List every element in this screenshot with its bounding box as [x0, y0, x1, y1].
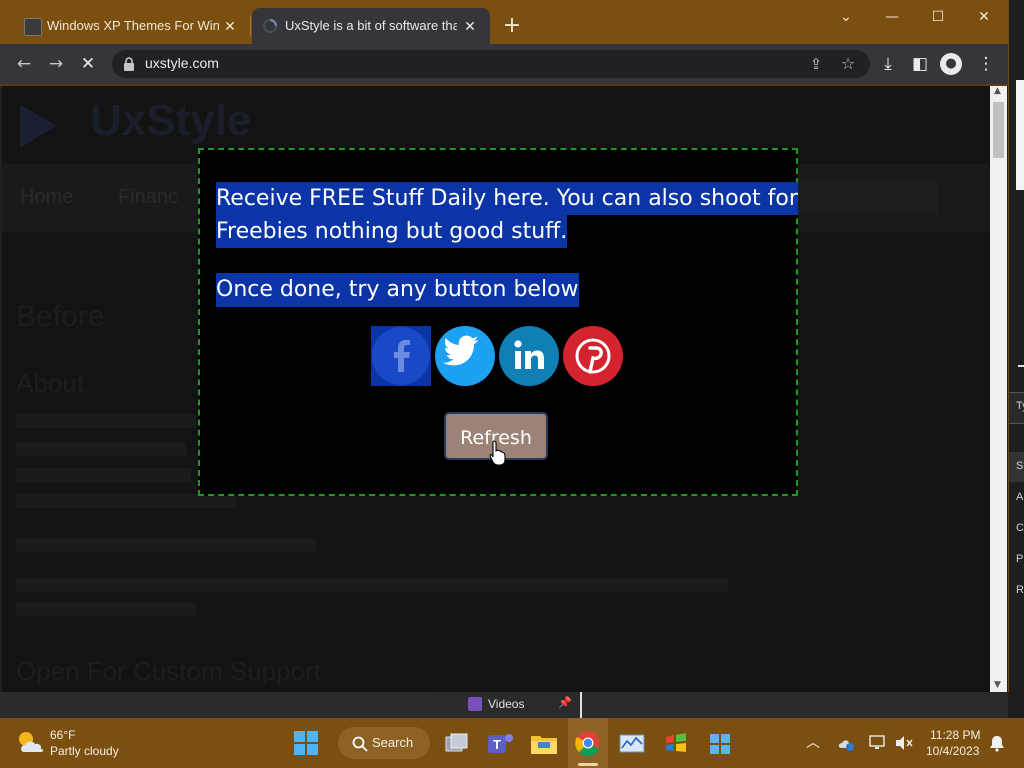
desktop-background: Ty Sl A C P R — [1008, 0, 1024, 718]
desktop-item: A — [1016, 491, 1024, 503]
placeholder-text-line — [16, 602, 196, 616]
tab-uxstyle[interactable]: UxStyle is a bit of software that c ✕ — [252, 8, 490, 44]
back-arrow-icon[interactable]: ← — [12, 52, 36, 76]
onedrive-cloud-icon[interactable] — [836, 734, 856, 752]
browser-titlebar: Windows XP Themes For Windo ✕ UxStyle is… — [0, 0, 1008, 44]
speaker-muted-icon[interactable] — [894, 734, 914, 752]
desktop-window-edge — [1016, 80, 1024, 190]
site-logo-icon — [20, 104, 56, 148]
file-explorer-icon[interactable] — [528, 728, 560, 758]
facebook-share-button[interactable] — [371, 326, 431, 386]
desktop-type-label: Ty — [1016, 400, 1024, 412]
download-icon[interactable]: ⤓ — [876, 52, 900, 76]
placeholder-text-line — [16, 468, 191, 482]
tab-windows-xp-themes[interactable]: Windows XP Themes For Windo ✕ — [14, 8, 250, 44]
tab-separator — [250, 16, 251, 36]
page-subheading: About — [16, 368, 84, 398]
profile-avatar-icon[interactable]: ● — [940, 53, 962, 75]
close-tab-icon[interactable]: ✕ — [460, 16, 480, 36]
desktop-item: C — [1016, 522, 1024, 534]
placeholder-text-line — [16, 442, 186, 456]
nav-item-home[interactable]: Home — [20, 186, 73, 209]
pinterest-icon — [575, 338, 611, 374]
search-label: Search — [372, 735, 414, 750]
scroll-up-arrow-icon[interactable]: ▲ — [994, 86, 1001, 96]
site-logo-text: UxStyle — [90, 96, 252, 145]
partly-cloudy-icon[interactable] — [16, 728, 46, 756]
bookmark-star-icon[interactable]: ☆ — [836, 52, 860, 76]
close-tab-icon[interactable]: ✕ — [220, 16, 240, 36]
notification-bell-icon[interactable] — [988, 734, 1006, 752]
svg-text:T: T — [493, 737, 501, 752]
windows-settings-app-icon[interactable] — [704, 728, 736, 758]
pinterest-share-button[interactable] — [563, 326, 623, 386]
placeholder-text-line — [16, 578, 728, 592]
placeholder-text-line — [16, 538, 316, 552]
network-monitor-icon[interactable] — [868, 734, 888, 752]
twitter-share-button[interactable] — [435, 326, 495, 386]
side-panel-icon[interactable]: ◧ — [908, 52, 932, 76]
facebook-icon — [371, 326, 431, 386]
linkedin-icon — [514, 340, 544, 369]
pin-icon[interactable]: 📌 — [558, 696, 572, 709]
teams-chat-icon[interactable]: T — [484, 728, 516, 758]
favicon-icon — [24, 18, 42, 36]
search-icon — [352, 736, 368, 752]
linkedin-share-button[interactable] — [499, 326, 559, 386]
tab-search-chevron-icon[interactable]: ⌄ — [828, 6, 864, 28]
url-text: uxstyle.com — [145, 55, 219, 71]
maximize-button[interactable]: ☐ — [920, 6, 956, 28]
chrome-active-indicator — [578, 763, 598, 766]
popup-text-line-1: Receive FREE Stuff Daily here. You can a… — [216, 182, 798, 215]
loading-spinner-icon — [263, 19, 277, 33]
desktop-type-box: Ty — [1008, 392, 1024, 424]
page-scrollbar[interactable]: ▲ ▼ — [990, 86, 1007, 692]
tab-title: Windows XP Themes For Windo — [47, 18, 219, 33]
desktop-item: P — [1016, 553, 1024, 565]
address-bar[interactable]: uxstyle.com ⇪ ☆ — [112, 50, 870, 78]
close-window-button[interactable]: ✕ — [966, 6, 1002, 28]
videos-thumbnail-bar[interactable]: Videos 📌 — [432, 692, 580, 718]
videos-bar-divider — [580, 692, 582, 718]
task-view-icon[interactable] — [440, 728, 472, 758]
windows-taskbar: 66°F Partly cloudy Search T ︿ 11:28 PM 1… — [0, 718, 1024, 768]
videos-app-icon — [468, 697, 482, 711]
performance-monitor-icon[interactable] — [616, 728, 648, 758]
footer-heading: Open For Custom Support — [16, 656, 321, 686]
hand-cursor-icon — [489, 440, 506, 466]
nav-item-finance[interactable]: Financ — [118, 186, 178, 209]
popup-text-line-3: Once done, try any button below — [216, 273, 579, 307]
desktop-dash — [1018, 365, 1024, 367]
tab-title: UxStyle is a bit of software that c — [285, 18, 457, 33]
windows-start-icon[interactable] — [290, 728, 322, 758]
taskbar-search-button[interactable]: Search — [338, 727, 430, 759]
weather-description[interactable]: Partly cloudy — [50, 744, 119, 758]
browser-toolbar: ← → ✕ uxstyle.com ⇪ ☆ ⤓ ◧ ● ⋮ — [0, 44, 1008, 84]
desktop-item: Sl — [1016, 460, 1024, 472]
minimize-button[interactable]: — — [874, 6, 910, 28]
share-icon[interactable]: ⇪ — [804, 52, 828, 76]
scroll-down-arrow-icon[interactable]: ▼ — [994, 680, 1001, 690]
page-heading: Before — [16, 300, 105, 333]
weather-temperature[interactable]: 66°F — [50, 728, 75, 742]
stop-loading-icon[interactable]: ✕ — [76, 52, 100, 76]
clock-time[interactable]: 11:28 PM — [930, 728, 980, 742]
placeholder-text-line — [16, 414, 196, 428]
videos-label: Videos — [488, 697, 525, 711]
chrome-icon[interactable] — [572, 728, 604, 758]
desktop-item: R — [1016, 584, 1024, 596]
new-tab-button[interactable]: + — [500, 14, 524, 38]
popup-text-line-2: Freebies nothing but good stuff. — [216, 215, 568, 248]
lock-icon — [124, 57, 134, 71]
twitter-icon — [442, 335, 479, 366]
clock-date[interactable]: 10/4/2023 — [926, 744, 979, 758]
placeholder-text-line — [16, 494, 236, 508]
show-hidden-icons-chevron-icon[interactable]: ︿ — [806, 732, 820, 752]
forward-arrow-icon[interactable]: → — [44, 52, 68, 76]
menu-kebab-icon[interactable]: ⋮ — [974, 52, 998, 76]
windows-xp-icon[interactable] — [660, 728, 692, 758]
scrollbar-thumb[interactable] — [993, 102, 1004, 158]
